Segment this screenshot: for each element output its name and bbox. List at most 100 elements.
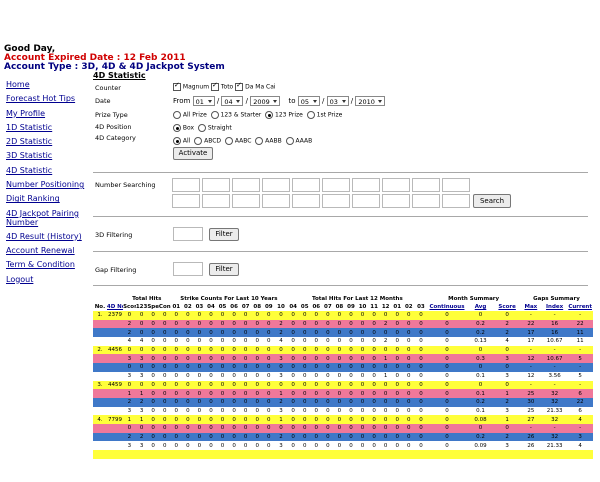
number-input[interactable] [352,178,380,192]
number-input[interactable] [292,178,320,192]
number-input[interactable] [292,194,320,208]
table-cell: 0 [287,354,299,364]
table-cell: 0 [193,423,206,433]
table-cell: 0 [228,423,240,433]
to-month-select[interactable]: 03 [326,96,349,106]
column-header: 06 [230,304,238,310]
number-input[interactable] [232,194,260,208]
nav-link-logout[interactable]: Logout [6,273,88,287]
table-cell: 0 [135,328,148,338]
number-input[interactable] [262,178,290,192]
nav-link-digit-ranking[interactable]: Digit Ranking [6,192,88,206]
nav-link-1d-statistic[interactable]: 1D Statistic [6,121,88,135]
123-starter-radio[interactable] [210,111,219,119]
number-input[interactable] [382,178,410,192]
number-input[interactable] [202,178,230,192]
nav-link-term-condition[interactable]: Term & Condition [6,258,88,272]
table-cell: 0 [356,371,369,381]
table-cell: 0 [263,311,275,320]
number-input[interactable] [382,194,410,208]
number-input[interactable] [322,194,350,208]
table-cell: - [541,423,568,433]
column-header[interactable]: Continuous [427,303,466,311]
column-header[interactable]: Current [567,303,593,311]
search-button[interactable]: Search [473,194,511,208]
aabb-radio[interactable] [255,137,264,145]
table-cell: 0 [345,406,357,416]
number-input[interactable] [352,194,380,208]
aabc-radio[interactable] [224,137,233,145]
column-header: 02 [404,304,413,310]
table-cell: 0 [368,345,380,355]
activate-button[interactable]: Activate [173,147,213,160]
table-cell: 0.13 [466,337,495,346]
column-header[interactable]: Score [494,303,519,311]
gap-filter-input[interactable] [173,262,203,276]
table-cell: 0 [216,406,229,416]
table-cell [106,337,124,346]
number-input[interactable] [322,178,350,192]
nav-link-4d-jackpot-pairing[interactable]: 4D Jackpot Pairing Number [6,209,88,227]
nav-link-home[interactable]: Home [6,78,88,92]
nav-link-forecast-hot-tips[interactable]: Forecast Hot Tips [6,92,88,106]
nav-link-4d-result-history[interactable]: 4D Result (History) [6,230,88,244]
column-header[interactable]: Index [542,303,567,311]
gap-filter-button[interactable]: Filter [209,263,239,276]
from-day-select[interactable]: 01 [192,96,215,106]
aaab-radio[interactable] [285,137,294,145]
toto-checkbox[interactable] [210,81,219,91]
table-cell: - [519,423,542,433]
table-cell: 4 [123,337,136,346]
number-input[interactable] [262,194,290,208]
table-cell [106,363,124,372]
column-header: Spe [147,304,159,310]
table-cell [93,423,107,433]
table-cell [205,450,217,459]
filter3d-input[interactable] [173,227,203,241]
123-prize-radio[interactable] [265,111,274,119]
number-input[interactable] [412,178,440,192]
number-input[interactable] [172,194,200,208]
all-category-radio[interactable] [173,137,181,145]
nav-link-3d-statistic[interactable]: 3D Statistic [6,149,88,163]
table-cell [135,450,148,459]
nav-link-number-positioning[interactable]: Number Positioning [6,178,88,192]
column-header[interactable]: 4D No [107,303,123,311]
table-cell: 0 [263,371,275,381]
table-cell: 0 [123,345,136,355]
number-input[interactable] [202,194,230,208]
to-year-select[interactable]: 2010 [355,96,386,106]
straight-radio[interactable] [197,124,206,132]
number-input[interactable] [172,178,200,192]
table-cell: 0 [403,337,415,346]
number-input[interactable] [232,178,260,192]
to-day-select[interactable]: 05 [297,96,320,106]
all-prize-radio[interactable] [173,111,181,119]
abcd-radio[interactable] [194,137,203,145]
filter3d-button[interactable]: Filter [209,228,239,241]
table-cell: 0 [403,406,415,416]
table-cell: 0 [205,406,217,416]
number-input[interactable] [442,194,470,208]
number-input[interactable] [412,194,440,208]
damacai-checkbox[interactable] [235,81,244,91]
nav-link-4d-statistic[interactable]: 4D Statistic [6,164,88,178]
column-header: 09 [347,304,355,310]
number-input[interactable] [442,178,470,192]
table-cell: 0 [414,389,428,398]
table-cell: 0 [391,371,403,381]
1st-prize-radio[interactable] [306,111,315,119]
nav-link-my-profile[interactable]: My Profile [6,107,88,121]
box-radio[interactable] [173,124,181,132]
nav-link-account-renewal[interactable]: Account Renewal [6,244,88,258]
column-header[interactable]: Avg [467,303,495,311]
nav-link-2d-statistic[interactable]: 2D Statistic [6,135,88,149]
from-month-select[interactable]: 04 [221,96,244,106]
table-cell: 0 [205,423,217,433]
table-cell: 0 [414,363,428,372]
from-year-select[interactable]: 2009 [250,96,281,106]
magnum-checkbox[interactable] [173,81,181,91]
table-cell: 17 [519,337,542,346]
column-header[interactable]: Max [520,303,542,311]
table-cell: 2. [93,345,107,355]
